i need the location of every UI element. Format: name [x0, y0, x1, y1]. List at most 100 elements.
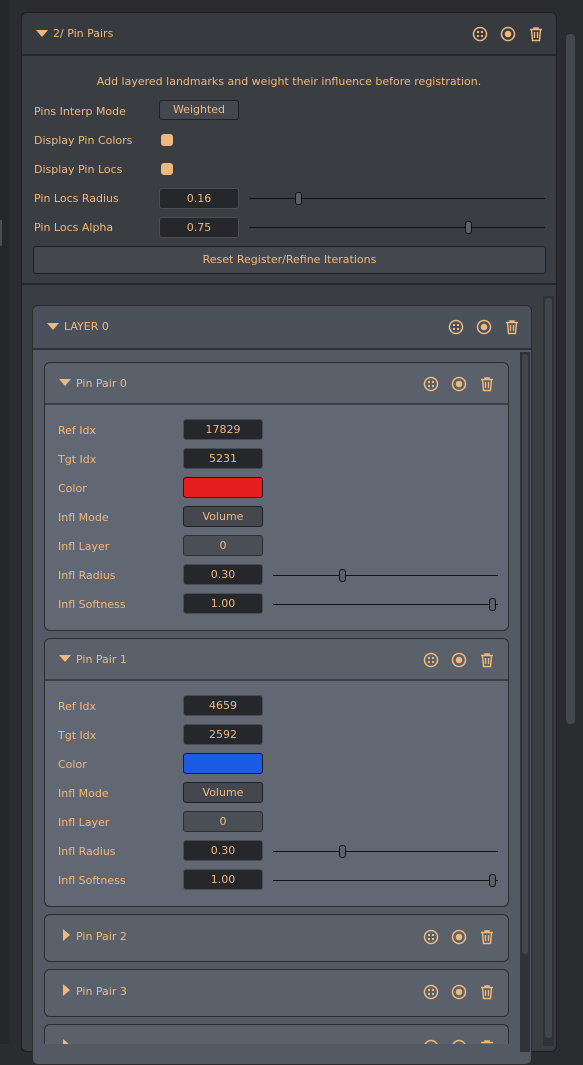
pin-locs-alpha-label: Pin Locs Alpha: [34, 221, 114, 234]
expand-triangle-icon[interactable]: [63, 929, 70, 941]
infl-radius-label: Infl Radius: [58, 845, 116, 858]
record-icon[interactable]: [451, 984, 467, 1000]
pin-locs-radius-input[interactable]: 0.16: [159, 188, 239, 209]
infl-softness-slider-knob[interactable]: [489, 598, 496, 611]
trash-icon[interactable]: [479, 1039, 495, 1044]
pin-pair-header[interactable]: Pin Pair 0: [45, 363, 508, 405]
trash-icon[interactable]: [479, 984, 495, 1000]
pin-pair-card: Pin Pair 1 Ref Idx 4659 Tgt Idx 2592 Col…: [44, 638, 509, 907]
collapse-triangle-icon[interactable]: [36, 30, 48, 37]
infl-radius-slider[interactable]: [273, 851, 498, 852]
panel-divider: [22, 283, 556, 285]
pin-locs-radius-slider[interactable]: [249, 198, 545, 199]
infl-radius-slider-knob[interactable]: [339, 845, 346, 858]
outer-scrollbar[interactable]: [566, 34, 575, 724]
collapse-triangle-icon[interactable]: [47, 323, 59, 330]
display-pin-locs-checkbox[interactable]: [161, 163, 173, 175]
color-label: Color: [58, 758, 87, 771]
pin-pairs-panel-header[interactable]: 2/ Pin Pairs: [22, 13, 556, 56]
panel-scrollbar-thumb[interactable]: [545, 298, 552, 1038]
tgt-idx-label: Tgt Idx: [58, 729, 97, 742]
pin-pair-header[interactable]: Pin Pair 1: [45, 639, 508, 681]
pin-pair-card: Pin Pair 3: [44, 969, 509, 1017]
pin-pair-header[interactable]: Pin Pair 2: [45, 915, 508, 961]
infl-layer-label: Infl Layer: [58, 540, 110, 553]
ref-idx-input[interactable]: 17829: [183, 419, 263, 440]
display-pin-colors-label: Display Pin Colors: [34, 134, 133, 147]
expand-triangle-icon[interactable]: [63, 984, 70, 996]
infl-mode-label: Infl Mode: [58, 511, 109, 524]
pin-pair-header[interactable]: Pin Pair 3: [45, 970, 508, 1016]
color-swatch[interactable]: [183, 753, 263, 774]
record-icon[interactable]: [451, 1039, 467, 1044]
infl-softness-input[interactable]: 1.00: [183, 593, 263, 614]
infl-softness-label: Infl Softness: [58, 874, 126, 887]
panel-title: 2/ Pin Pairs: [53, 27, 114, 40]
record-icon[interactable]: [476, 319, 492, 335]
infl-softness-slider[interactable]: [273, 604, 498, 605]
pin-pair-title: Pin Pair 1: [76, 653, 127, 666]
ref-idx-label: Ref Idx: [58, 700, 97, 713]
trash-icon[interactable]: [479, 376, 495, 392]
pin-locs-alpha-input[interactable]: 0.75: [159, 217, 239, 238]
record-icon[interactable]: [500, 26, 516, 42]
infl-softness-slider[interactable]: [273, 880, 498, 881]
pin-locs-radius-slider-knob[interactable]: [295, 192, 302, 205]
pin-locs-alpha-slider-knob[interactable]: [465, 221, 472, 234]
ref-idx-input[interactable]: 4659: [183, 695, 263, 716]
infl-radius-input[interactable]: 0.30: [183, 564, 263, 585]
record-icon[interactable]: [451, 652, 467, 668]
grid-icon[interactable]: [423, 1039, 439, 1044]
layer-header[interactable]: LAYER 0: [33, 306, 531, 350]
grid-icon[interactable]: [423, 984, 439, 1000]
infl-mode-dropdown[interactable]: Volume: [183, 782, 263, 803]
grid-icon[interactable]: [472, 26, 488, 42]
infl-mode-dropdown[interactable]: Volume: [183, 506, 263, 527]
collapse-triangle-icon[interactable]: [59, 379, 71, 386]
pin-pair-title: Pin Pair 2: [76, 930, 127, 943]
left-edge-strip: [0, 0, 10, 1044]
collapse-triangle-icon[interactable]: [59, 655, 71, 662]
infl-radius-input[interactable]: 0.30: [183, 840, 263, 861]
pin-pair-header[interactable]: [45, 1025, 508, 1044]
pin-pair-title: Pin Pair 0: [76, 377, 127, 390]
grid-icon[interactable]: [448, 319, 464, 335]
trash-icon[interactable]: [479, 929, 495, 945]
interp-mode-label: Pins Interp Mode: [34, 105, 126, 118]
grid-icon[interactable]: [423, 652, 439, 668]
ref-idx-label: Ref Idx: [58, 424, 97, 437]
display-pin-colors-checkbox[interactable]: [161, 134, 173, 146]
grid-icon[interactable]: [423, 929, 439, 945]
display-pin-locs-label: Display Pin Locs: [34, 163, 123, 176]
record-icon[interactable]: [451, 376, 467, 392]
layer-scrollbar-thumb[interactable]: [522, 354, 528, 954]
tgt-idx-input[interactable]: 5231: [183, 448, 263, 469]
expand-triangle-icon[interactable]: [63, 1039, 70, 1044]
trash-icon[interactable]: [504, 319, 520, 335]
infl-softness-label: Infl Softness: [58, 598, 126, 611]
pin-locs-radius-label: Pin Locs Radius: [34, 192, 119, 205]
reset-iterations-button[interactable]: Reset Register/Refine Iterations: [33, 246, 546, 274]
layer-title: LAYER 0: [64, 320, 109, 333]
record-icon[interactable]: [451, 929, 467, 945]
infl-layer-input[interactable]: 0: [183, 535, 263, 556]
pin-pair-title: Pin Pair 3: [76, 985, 127, 998]
infl-layer-input[interactable]: 0: [183, 811, 263, 832]
infl-radius-slider-knob[interactable]: [339, 569, 346, 582]
left-edge-marker: [0, 220, 2, 246]
infl-radius-slider[interactable]: [273, 575, 498, 576]
infl-softness-slider-knob[interactable]: [489, 874, 496, 887]
infl-mode-label: Infl Mode: [58, 787, 109, 800]
pin-pair-card: Pin Pair 0 Ref Idx 17829 Tgt Idx 5231 Co…: [44, 362, 509, 631]
trash-icon[interactable]: [479, 652, 495, 668]
infl-softness-input[interactable]: 1.00: [183, 869, 263, 890]
color-swatch[interactable]: [183, 477, 263, 498]
trash-icon[interactable]: [528, 26, 544, 42]
tgt-idx-input[interactable]: 2592: [183, 724, 263, 745]
pin-pair-card: Pin Pair 2: [44, 914, 509, 962]
pin-locs-alpha-slider[interactable]: [249, 227, 545, 228]
infl-layer-label: Infl Layer: [58, 816, 110, 829]
interp-mode-dropdown[interactable]: Weighted: [159, 100, 239, 120]
grid-icon[interactable]: [423, 376, 439, 392]
pin-pair-card: [44, 1024, 509, 1044]
